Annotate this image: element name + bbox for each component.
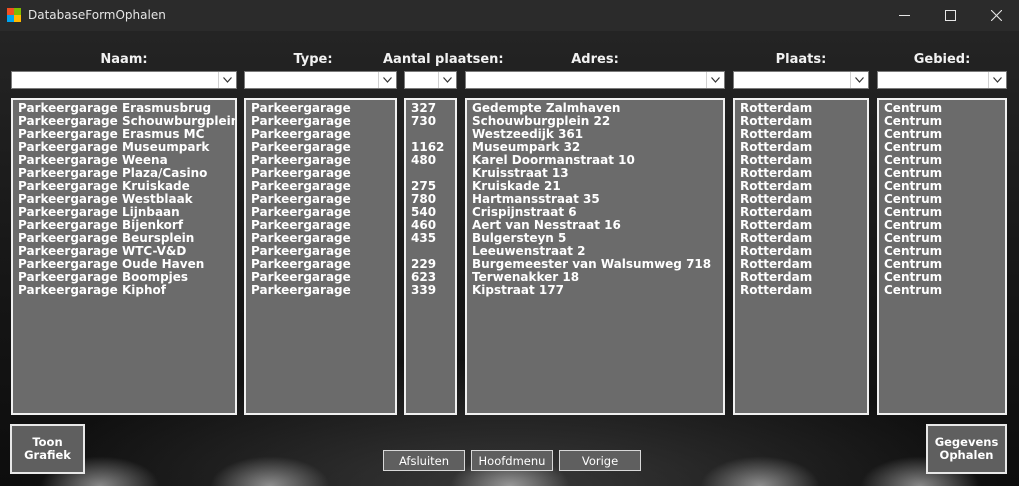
filter-type-combobox[interactable] bbox=[244, 71, 397, 89]
title-bar: DatabaseFormOphalen bbox=[0, 0, 1019, 31]
maximize-button[interactable] bbox=[927, 0, 973, 31]
filter-adres-combobox[interactable] bbox=[465, 71, 725, 89]
afsluiten-label: Afsluiten bbox=[398, 453, 450, 468]
background-glow bbox=[210, 456, 330, 486]
naam-listbox[interactable]: Parkeergarage Erasmusbrug Parkeergarage S… bbox=[11, 98, 237, 415]
filter-naam-combobox[interactable] bbox=[11, 71, 237, 89]
vorige-button[interactable]: Vorige bbox=[559, 450, 641, 471]
chevron-down-icon[interactable] bbox=[218, 72, 236, 88]
list-item[interactable]: 730 bbox=[411, 115, 455, 128]
aantal-plaatsen-listbox[interactable]: 327 730 1162 480 275 780 540 460 435 229 623 339 bbox=[404, 98, 457, 415]
form-client-area: Naam: Type: Aantal plaatsen: Adres: Plaa… bbox=[0, 31, 1019, 486]
list-item[interactable]: 480 bbox=[411, 154, 455, 167]
chevron-down-icon[interactable] bbox=[988, 72, 1006, 88]
chevron-down-icon[interactable] bbox=[850, 72, 868, 88]
header-gebied: Gebied: bbox=[913, 52, 971, 67]
gegevens-ophalen-label: Gegevens Ophalen bbox=[934, 435, 999, 462]
header-plaats: Plaats: bbox=[775, 52, 827, 67]
header-type: Type: bbox=[293, 52, 333, 67]
close-button[interactable] bbox=[973, 0, 1019, 31]
filter-aantal-combobox[interactable] bbox=[404, 71, 457, 89]
list-item[interactable]: Kipstraat 177 bbox=[472, 284, 723, 297]
hoofdmenu-button[interactable]: Hoofdmenu bbox=[471, 450, 553, 471]
chevron-down-icon[interactable] bbox=[706, 72, 724, 88]
background-glow bbox=[700, 456, 820, 486]
list-item[interactable]: Centrum bbox=[884, 284, 1005, 297]
list-item[interactable]: 339 bbox=[411, 284, 455, 297]
gegevens-ophalen-button[interactable]: Gegevens Ophalen bbox=[926, 424, 1007, 474]
vorige-label: Vorige bbox=[581, 453, 619, 468]
window-title: DatabaseFormOphalen bbox=[28, 8, 166, 22]
list-item[interactable]: 435 bbox=[411, 232, 455, 245]
chevron-down-icon[interactable] bbox=[378, 72, 396, 88]
filter-plaats-combobox[interactable] bbox=[733, 71, 869, 89]
afsluiten-button[interactable]: Afsluiten bbox=[383, 450, 465, 471]
toon-grafiek-label: Toon Grafiek bbox=[24, 435, 71, 462]
chevron-down-icon[interactable] bbox=[438, 72, 456, 88]
filter-gebied-combobox[interactable] bbox=[877, 71, 1007, 89]
adres-listbox[interactable]: Gedempte Zalmhaven Schouwburgplein 22 West… bbox=[465, 98, 725, 415]
gebied-listbox[interactable]: Centrum Centrum Centrum Centrum Centrum Centr… bbox=[877, 98, 1007, 415]
hoofdmenu-label: Hoofdmenu bbox=[478, 453, 546, 468]
maximize-icon bbox=[944, 10, 956, 21]
app-icon bbox=[7, 8, 21, 22]
type-listbox[interactable]: Parkeergarage Parkeergarage Parkeergarage P… bbox=[244, 98, 397, 415]
minimize-button[interactable] bbox=[881, 0, 927, 31]
list-item[interactable]: Rotterdam bbox=[740, 284, 867, 297]
list-item[interactable]: Parkeergarage bbox=[251, 284, 395, 297]
minimize-icon bbox=[898, 15, 910, 16]
list-item[interactable]: Parkeergarage Kiphof bbox=[18, 284, 235, 297]
header-naam: Naam: bbox=[100, 52, 148, 67]
plaats-listbox[interactable]: Rotterdam Rotterdam Rotterdam Rotterdam Rott… bbox=[733, 98, 869, 415]
toon-grafiek-button[interactable]: Toon Grafiek bbox=[10, 424, 85, 474]
close-icon bbox=[990, 10, 1002, 21]
header-adres: Adres: bbox=[571, 52, 619, 67]
